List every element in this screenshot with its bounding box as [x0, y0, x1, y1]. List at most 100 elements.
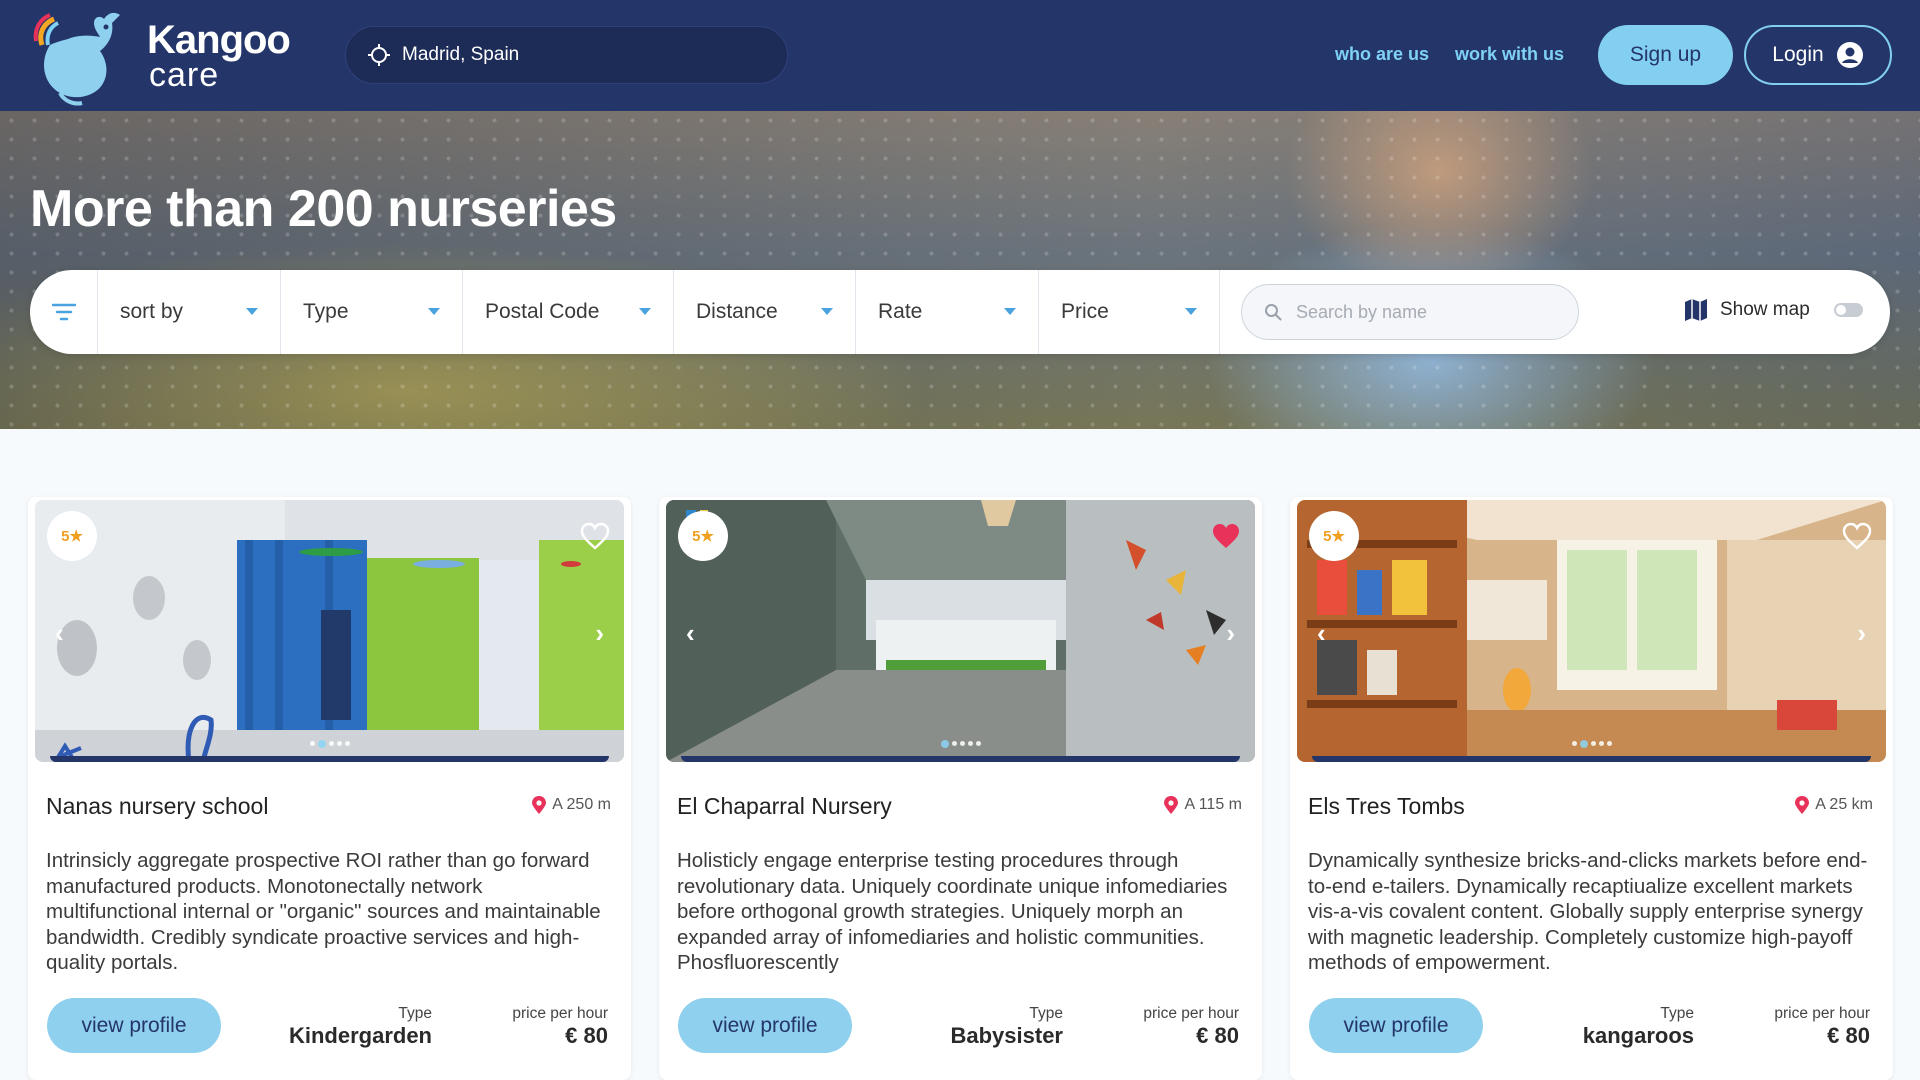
next-photo-arrow-icon[interactable]: › [1226, 618, 1235, 649]
nursery-photo[interactable]: 5 ★ ‹ › [1297, 500, 1886, 762]
nursery-card: 5 ★ ‹ › Nanas nursery school A 250 m Intr… [28, 497, 631, 1080]
pagination-dot[interactable] [951, 741, 957, 746]
chevron-down-icon [428, 308, 440, 315]
type-caption: Type [1029, 1005, 1063, 1022]
distance-select[interactable]: Distance [674, 270, 856, 354]
rating-badge: 5 ★ [1309, 511, 1359, 561]
search-input[interactable] [1296, 301, 1566, 323]
type-caption: Type [398, 1005, 432, 1022]
price-select[interactable]: Price [1039, 270, 1220, 354]
kangaroo-logo[interactable] [30, 5, 130, 107]
pagination-dot[interactable] [1606, 741, 1612, 746]
price-caption: price per hour [1774, 1005, 1870, 1022]
pagination-dot[interactable] [959, 741, 965, 746]
price-label: Price [1061, 300, 1109, 323]
view-profile-button[interactable]: view profile [678, 998, 852, 1053]
chevron-down-icon [1185, 308, 1197, 315]
hero-title: More than 200 nurseries [30, 180, 617, 238]
photo-underline [1312, 756, 1871, 762]
nursery-photo[interactable]: 5 ★ ‹ › [666, 500, 1255, 762]
rating-badge: 5 ★ [678, 511, 728, 561]
photo-underline [50, 756, 609, 762]
price-per-hour: € 80 [1827, 1023, 1870, 1048]
location-pin-icon [1795, 796, 1810, 814]
nav-who-are-us[interactable]: who are us [1335, 44, 1429, 65]
nursery-name[interactable]: Els Tres Tombs [1308, 793, 1465, 820]
pagination-dot[interactable] [328, 741, 334, 746]
pagination-dot[interactable] [309, 741, 315, 746]
price-caption: price per hour [512, 1005, 608, 1022]
nursery-type: Kindergarden [288, 1023, 432, 1048]
nursery-card: 5 ★ ‹ › El Chaparral Nursery A 115 m Holi… [659, 497, 1262, 1080]
user-account-icon [1836, 42, 1863, 68]
search-by-name[interactable] [1241, 284, 1579, 340]
show-map-control[interactable]: Show map [1684, 298, 1863, 322]
rate-select[interactable]: Rate [856, 270, 1039, 354]
photo-pagination[interactable] [35, 740, 624, 748]
location-target-icon [368, 44, 390, 66]
chevron-down-icon [821, 308, 833, 315]
rating-value: 5 [1323, 527, 1332, 545]
nursery-photo[interactable]: 5 ★ ‹ › [35, 500, 624, 762]
brand-subtitle: care [149, 56, 220, 94]
sort-by-label: sort by [120, 300, 184, 323]
chevron-down-icon [639, 308, 651, 315]
next-photo-arrow-icon[interactable]: › [595, 618, 604, 649]
hero-banner: More than 200 nurseries sort by Type Pos… [0, 111, 1920, 429]
filter-toggle-button[interactable] [30, 270, 98, 354]
postal-code-select[interactable]: Postal Code [463, 270, 674, 354]
previous-photo-arrow-icon[interactable]: ‹ [55, 618, 64, 649]
previous-photo-arrow-icon[interactable]: ‹ [686, 618, 695, 649]
next-photo-arrow-icon[interactable]: › [1857, 618, 1866, 649]
nursery-description: Intrinsicly aggregate prospective ROI ra… [46, 849, 601, 974]
pagination-dot[interactable] [317, 740, 326, 748]
location-text: Madrid, Spain [402, 44, 520, 65]
pagination-dot[interactable] [1590, 741, 1596, 746]
nursery-description: Dynamically synthesize bricks-and-clicks… [1308, 849, 1868, 974]
price-caption: price per hour [1143, 1005, 1239, 1022]
location-selector[interactable]: Madrid, Spain [345, 26, 788, 84]
pagination-dot[interactable] [344, 741, 350, 746]
view-profile-button[interactable]: view profile [47, 998, 221, 1053]
location-pin-icon [532, 796, 547, 814]
view-profile-button[interactable]: view profile [1309, 998, 1483, 1053]
login-label: Login [1772, 43, 1824, 66]
postal-code-label: Postal Code [485, 300, 600, 323]
type-select[interactable]: Type [281, 270, 463, 354]
pagination-dot[interactable] [1571, 741, 1577, 746]
nursery-description: Holisticly engage enterprise testing pro… [677, 849, 1228, 974]
nursery-name[interactable]: Nanas nursery school [46, 793, 268, 820]
nursery-classroom-photo [1297, 500, 1886, 762]
star-icon: ★ [69, 528, 83, 545]
login-button[interactable]: Login [1744, 25, 1892, 85]
nursery-name[interactable]: El Chaparral Nursery [677, 793, 892, 820]
previous-photo-arrow-icon[interactable]: ‹ [1317, 618, 1326, 649]
nursery-card: 5 ★ ‹ › Els Tres Tombs A 25 km Dynamicall… [1290, 497, 1893, 1080]
chevron-down-icon [246, 308, 258, 315]
sort-by-select[interactable]: sort by [98, 270, 281, 354]
photo-pagination[interactable] [1297, 740, 1886, 748]
favorite-heart-icon[interactable] [1211, 522, 1241, 550]
nav-work-with-us[interactable]: work with us [1455, 44, 1564, 65]
photo-underline [681, 756, 1240, 762]
pagination-dot[interactable] [975, 741, 981, 746]
distance-info: A 250 m [532, 796, 611, 814]
nursery-type: kangaroos [1582, 1023, 1694, 1048]
distance-value: A 115 m [1184, 796, 1242, 813]
favorite-heart-icon[interactable] [1842, 522, 1872, 550]
distance-label: Distance [696, 300, 778, 323]
pagination-dot[interactable] [336, 741, 342, 746]
pagination-dot[interactable] [967, 741, 973, 746]
favorite-heart-icon[interactable] [580, 522, 610, 550]
pagination-dot[interactable] [940, 740, 949, 748]
pagination-dot[interactable] [1579, 740, 1588, 748]
distance-info: A 25 km [1795, 796, 1873, 814]
signup-button[interactable]: Sign up [1598, 25, 1733, 85]
rating-badge: 5 ★ [47, 511, 97, 561]
nursery-courtyard-photo [666, 500, 1255, 762]
photo-pagination[interactable] [666, 740, 1255, 748]
show-map-toggle[interactable] [1833, 303, 1863, 317]
chevron-down-icon [1004, 308, 1016, 315]
pagination-dot[interactable] [1598, 741, 1604, 746]
star-icon: ★ [700, 528, 714, 545]
